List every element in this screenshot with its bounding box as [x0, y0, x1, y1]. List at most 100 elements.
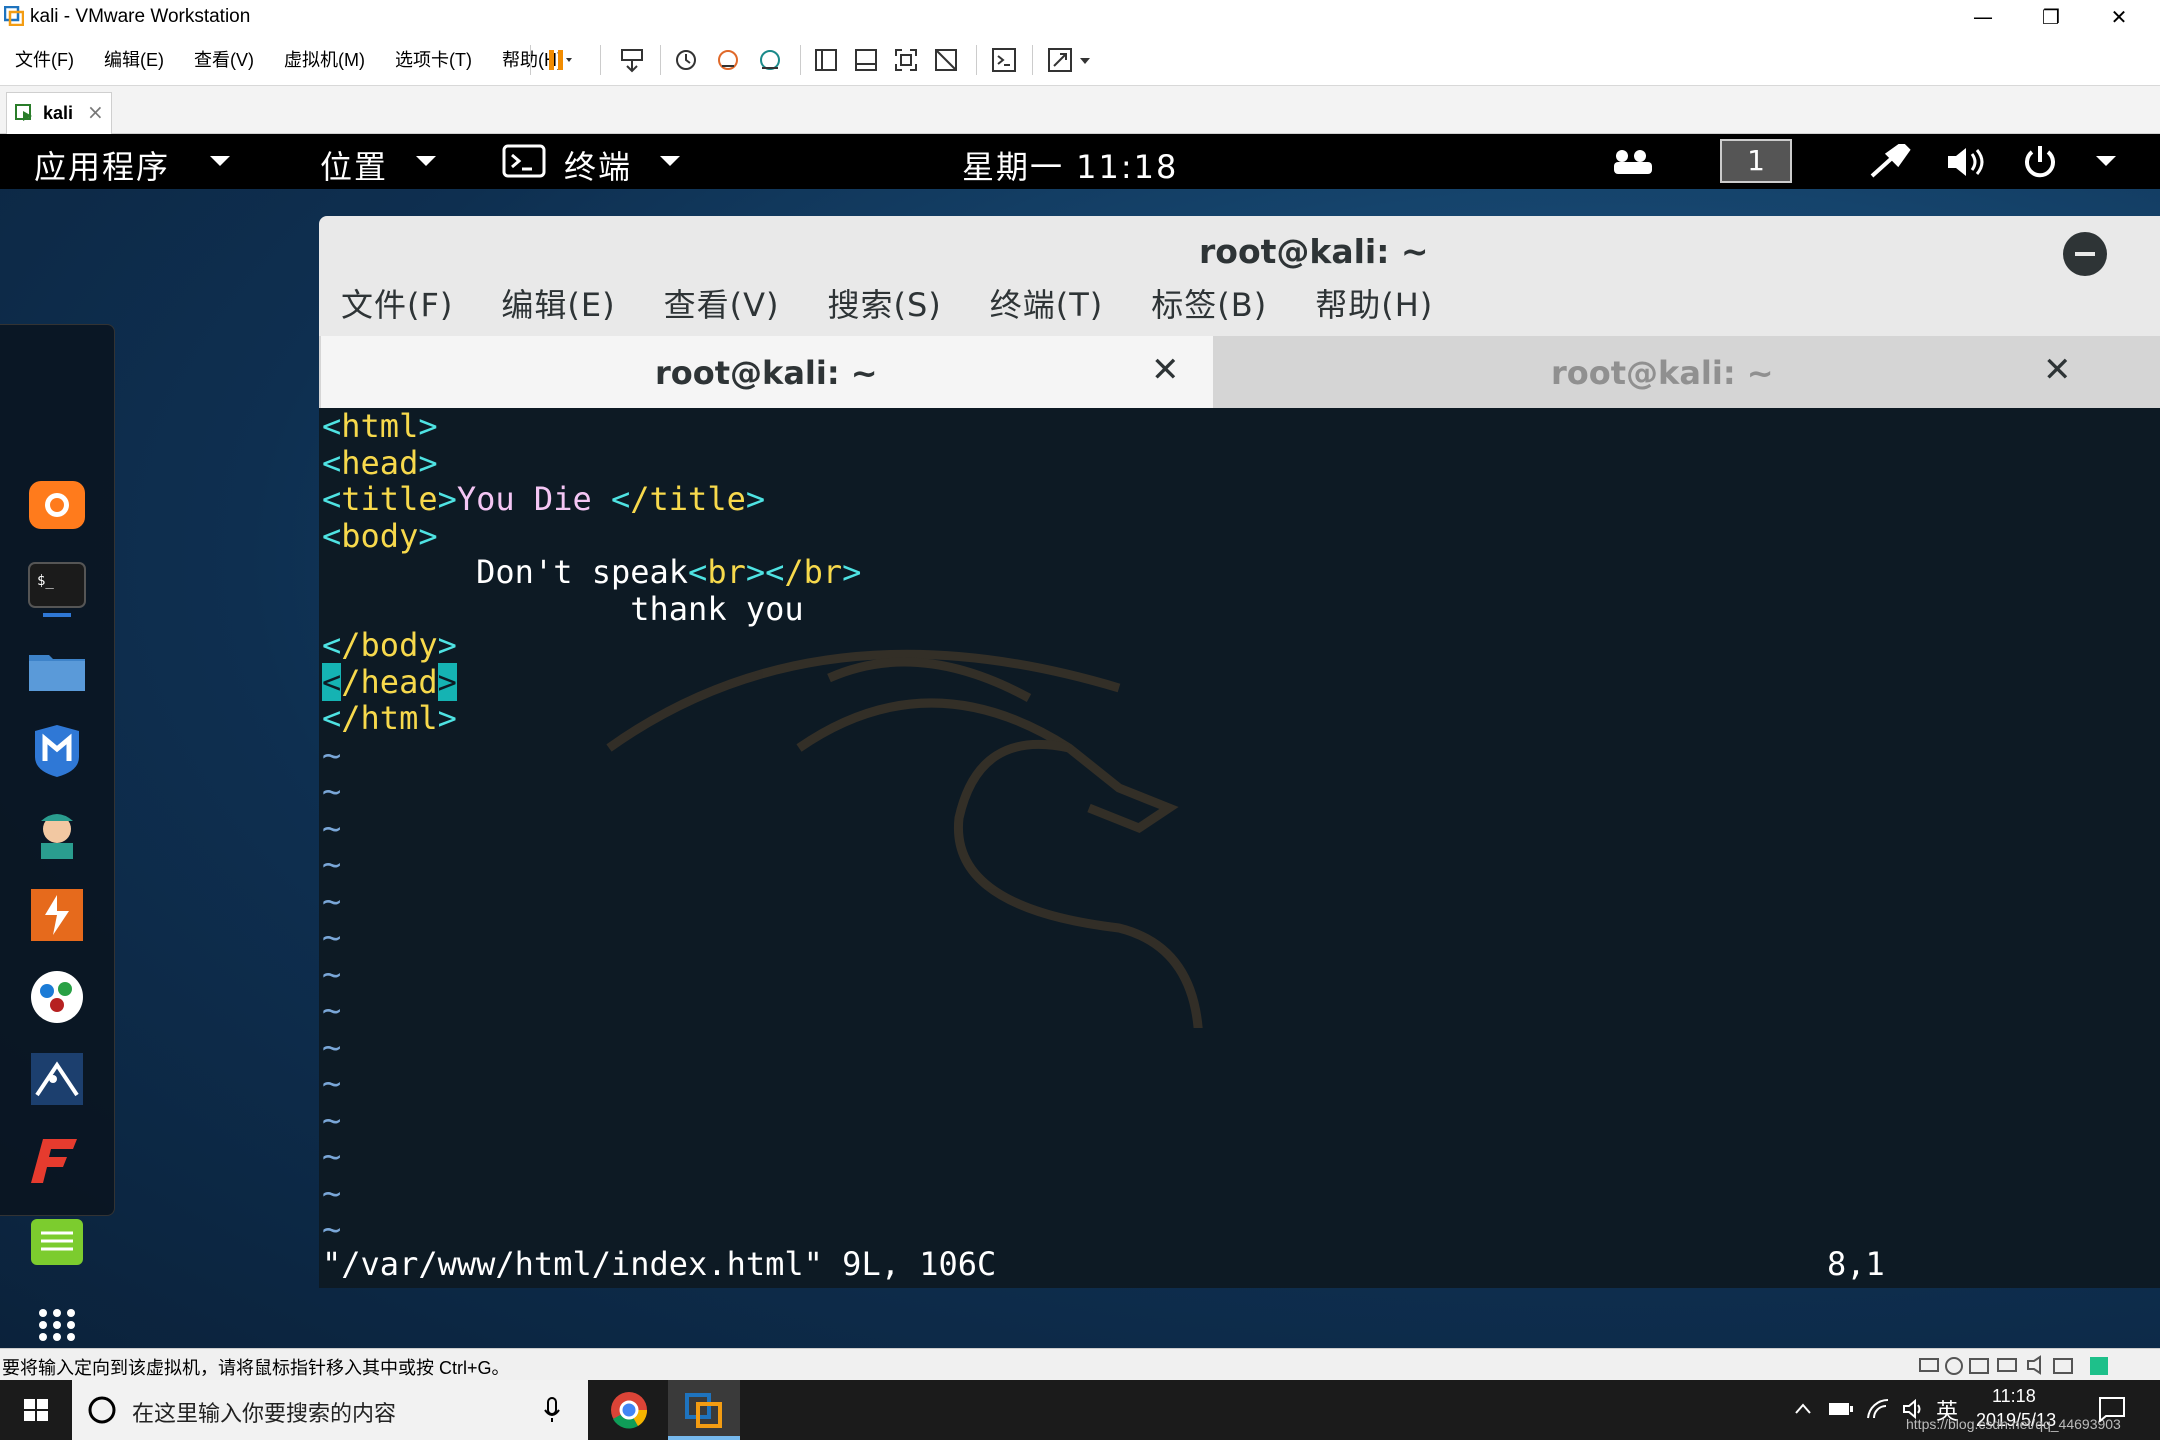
- favorites-dock: $_: [0, 324, 115, 1341]
- tab-label: kali: [43, 103, 74, 123]
- battery-icon[interactable]: [1828, 1400, 1854, 1418]
- vmware-statusbar: 要将输入定向到该虚拟机，请将鼠标指针移入其中或按 Ctrl+G。: [0, 1348, 2160, 1381]
- menu-edit[interactable]: 编辑(E): [104, 46, 164, 72]
- window-title: kali - VMware Workstation: [30, 6, 251, 27]
- device-status-icons[interactable]: [1918, 1355, 2118, 1377]
- windows-taskbar: 在这里输入你要搜索的内容 英 11:18 2019/5/13 https://b…: [0, 1380, 2160, 1440]
- taskbar-search[interactable]: 在这里输入你要搜索的内容: [72, 1380, 588, 1440]
- search-input[interactable]: 在这里输入你要搜索的内容: [132, 1396, 396, 1428]
- leafpad-icon[interactable]: [27, 1213, 87, 1273]
- workspace-indicator[interactable]: 1: [1720, 139, 1792, 183]
- terminal-window: root@kali: ~ 文件(F) 编辑(E) 查看(V) 搜索(S) 终端(…: [319, 216, 2160, 1348]
- terminal-menu-search[interactable]: 搜索(S): [827, 280, 941, 330]
- chevron-down-icon: [660, 156, 680, 166]
- revert-snapshot-icon[interactable]: [714, 46, 742, 74]
- menu-vm[interactable]: 虚拟机(M): [284, 46, 365, 72]
- windows-start-icon[interactable]: [0, 1380, 72, 1440]
- terminal-menu-file[interactable]: 文件(F): [341, 280, 453, 330]
- restore-button[interactable]: ❐: [2018, 0, 2084, 33]
- beef-xss-icon[interactable]: [27, 1049, 87, 1109]
- toolbar-divider: [800, 45, 801, 75]
- terminal-output[interactable]: <html> <head> <title>You Die </title> <b…: [319, 408, 2160, 1288]
- menu-view[interactable]: 查看(V): [194, 46, 254, 72]
- menu-file[interactable]: 文件(F): [15, 46, 74, 72]
- faraday-icon[interactable]: [27, 1131, 87, 1191]
- terminal-app-menu[interactable]: 终端: [564, 142, 632, 188]
- terminal-menu-terminal[interactable]: 终端(T): [990, 280, 1104, 330]
- firefox-icon[interactable]: [27, 475, 87, 535]
- vmware-tabbar: kali ×: [0, 86, 2160, 134]
- console-view-icon[interactable]: [990, 46, 1018, 74]
- terminal-menubar: 文件(F) 编辑(E) 查看(V) 搜索(S) 终端(T) 标签(B) 帮助(H…: [319, 280, 1459, 330]
- gnome-topbar: 应用程序 位置 终端 星期一 11:18 1: [0, 134, 2160, 189]
- menu-tabs[interactable]: 选项卡(T): [395, 46, 472, 72]
- toolbar-divider: [660, 45, 661, 75]
- snapshot-manager-icon[interactable]: [756, 46, 784, 74]
- cortana-icon: [88, 1396, 116, 1424]
- vmware-titlebar: kali - VMware Workstation — ❐ ✕: [0, 0, 2160, 33]
- terminal-menu-tabs[interactable]: 标签(B): [1151, 280, 1267, 330]
- close-button[interactable]: ✕: [2086, 0, 2152, 33]
- thumbnail-bar-icon[interactable]: [852, 46, 880, 74]
- active-app-indicator: [668, 1436, 740, 1440]
- chrome-icon[interactable]: [596, 1380, 662, 1440]
- chevron-down-icon: [416, 156, 436, 166]
- minimize-button[interactable]: —: [1950, 0, 2016, 33]
- terminal-tab-2[interactable]: root@kali: ~ ✕: [1215, 336, 2160, 408]
- notification-icon[interactable]: [2098, 1396, 2126, 1422]
- tab-kali[interactable]: kali ×: [6, 92, 112, 134]
- full-screen-icon[interactable]: [892, 46, 920, 74]
- network-devices-icon[interactable]: [1610, 146, 1656, 178]
- vmware-menubar: 文件(F) 编辑(E) 查看(V) 虚拟机(M) 选项卡(T) 帮助(H): [0, 33, 2160, 86]
- tab-close-icon[interactable]: ×: [87, 100, 104, 124]
- terminal-app-icon: [502, 144, 546, 178]
- stretch-guest-icon[interactable]: [1046, 46, 1074, 74]
- terminal-titlebar: root@kali: ~ 文件(F) 编辑(E) 查看(V) 搜索(S) 终端(…: [319, 216, 2160, 344]
- send-ctrl-alt-del-icon[interactable]: [618, 46, 646, 74]
- wifi-icon[interactable]: [1866, 1398, 1890, 1420]
- vmware-menu: 文件(F) 编辑(E) 查看(V) 虚拟机(M) 选项卡(T) 帮助(H): [6, 33, 584, 85]
- sidebar-icon[interactable]: [812, 46, 840, 74]
- clock[interactable]: 星期一 11:18: [962, 142, 1178, 188]
- vim-status-line: "/var/www/html/index.html" 9L, 106C: [322, 1245, 997, 1283]
- terminal-tab-label: root@kali: ~: [1551, 354, 1774, 392]
- toolbar-divider: [600, 45, 601, 75]
- terminal-minimize-button[interactable]: [2063, 232, 2107, 276]
- applications-menu[interactable]: 应用程序: [34, 142, 170, 188]
- vmware-icon: [685, 1393, 722, 1428]
- metasploit-icon[interactable]: [27, 721, 87, 781]
- terminal-tab-1[interactable]: root@kali: ~ ✕: [321, 336, 1213, 408]
- microphone-icon[interactable]: [542, 1396, 562, 1424]
- terminal-tab-close-icon[interactable]: ✕: [1151, 350, 1180, 390]
- burpsuite-icon[interactable]: [27, 885, 87, 945]
- show-applications-icon[interactable]: [27, 1295, 87, 1348]
- volume-icon[interactable]: [1944, 144, 1990, 180]
- terminal-tab-close-icon[interactable]: ✕: [2043, 350, 2072, 390]
- toolbar-divider: [530, 45, 531, 75]
- vm-tab-icon: [15, 104, 32, 121]
- chevron-up-icon[interactable]: [1794, 1400, 1812, 1418]
- toolbar-divider: [976, 45, 977, 75]
- pause-icon[interactable]: [544, 46, 572, 74]
- chevron-down-icon[interactable]: [2094, 154, 2118, 168]
- watermark: https://blog.csdn.net/qq_44693903: [1906, 1416, 2121, 1432]
- tray-time[interactable]: 11:18: [1992, 1386, 2036, 1407]
- places-menu[interactable]: 位置: [320, 142, 388, 188]
- files-icon[interactable]: [27, 639, 87, 699]
- guest-screen[interactable]: 应用程序 位置 终端 星期一 11:18 1 $_ root@kali: ~ 文…: [0, 134, 2160, 1348]
- maltego-icon[interactable]: [27, 967, 87, 1027]
- unity-mode-icon[interactable]: [932, 46, 960, 74]
- terminal-menu-edit[interactable]: 编辑(E): [501, 280, 615, 330]
- taskbar-vmware-app[interactable]: [668, 1380, 740, 1440]
- wired-network-icon[interactable]: [1868, 144, 1914, 180]
- armitage-icon[interactable]: [27, 803, 87, 863]
- toolbar-divider: [1032, 45, 1033, 75]
- power-icon[interactable]: [2020, 142, 2060, 182]
- snapshot-icon[interactable]: [672, 46, 700, 74]
- terminal-icon[interactable]: $_: [27, 557, 87, 617]
- vim-buffer[interactable]: <html> <head> <title>You Die </title> <b…: [322, 408, 861, 1248]
- terminal-menu-help[interactable]: 帮助(H): [1315, 280, 1433, 330]
- terminal-menu-view[interactable]: 查看(V): [664, 280, 780, 330]
- chevron-down-icon[interactable]: [1078, 46, 1092, 74]
- terminal-title: root@kali: ~: [1199, 232, 1429, 271]
